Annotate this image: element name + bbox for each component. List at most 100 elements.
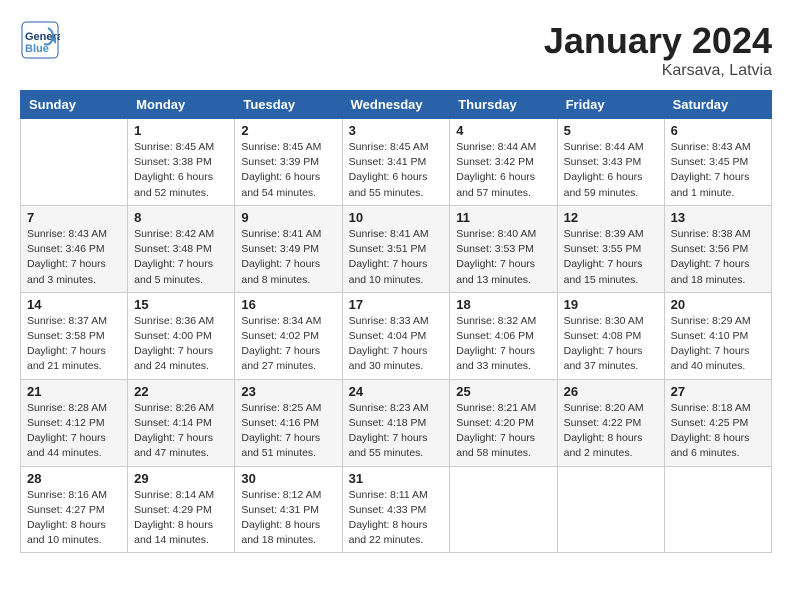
calendar-week-row: 1 Sunrise: 8:45 AM Sunset: 3:38 PM Daylig… (21, 119, 772, 206)
calendar-week-row: 7 Sunrise: 8:43 AM Sunset: 3:46 PM Daylig… (21, 205, 772, 292)
day-number: 14 (27, 297, 121, 312)
day-number: 25 (456, 384, 550, 399)
logo-icon: General Blue (20, 20, 60, 60)
calendar-cell: 5 Sunrise: 8:44 AM Sunset: 3:43 PM Daylig… (557, 119, 664, 206)
day-info: Sunrise: 8:40 AM Sunset: 3:53 PM Dayligh… (456, 227, 550, 288)
day-info: Sunrise: 8:28 AM Sunset: 4:12 PM Dayligh… (27, 401, 121, 462)
day-info: Sunrise: 8:11 AM Sunset: 4:33 PM Dayligh… (349, 488, 444, 549)
calendar-cell: 24Sunrise: 8:23 AM Sunset: 4:18 PM Dayli… (342, 379, 450, 466)
weekday-header: Friday (557, 91, 664, 119)
day-number: 24 (349, 384, 444, 399)
calendar-cell: 9 Sunrise: 8:41 AM Sunset: 3:49 PM Daylig… (235, 205, 342, 292)
day-info: Sunrise: 8:37 AM Sunset: 3:58 PM Dayligh… (27, 314, 121, 375)
day-info: Sunrise: 8:44 AM Sunset: 3:43 PM Dayligh… (564, 140, 658, 201)
calendar-week-row: 14 Sunrise: 8:37 AM Sunset: 3:58 PM Dayli… (21, 292, 772, 379)
day-info: Sunrise: 8:16 AM Sunset: 4:27 PM Dayligh… (27, 488, 121, 549)
day-number: 21 (27, 384, 121, 399)
day-number: 29 (134, 471, 228, 486)
day-number: 10 (349, 210, 444, 225)
calendar-week-row: 21 Sunrise: 8:28 AM Sunset: 4:12 PM Dayli… (21, 379, 772, 466)
day-number: 13 (671, 210, 765, 225)
calendar-cell: 14 Sunrise: 8:37 AM Sunset: 3:58 PM Dayli… (21, 292, 128, 379)
day-info: Sunrise: 8:26 AM Sunset: 4:14 PM Dayligh… (134, 401, 228, 462)
day-info: Sunrise: 8:38 AM Sunset: 3:56 PM Dayligh… (671, 227, 765, 288)
day-info: Sunrise: 8:44 AM Sunset: 3:42 PM Dayligh… (456, 140, 550, 201)
calendar-cell: 27Sunrise: 8:18 AM Sunset: 4:25 PM Dayli… (664, 379, 771, 466)
calendar-cell (664, 466, 771, 553)
weekday-header: Thursday (450, 91, 557, 119)
day-info: Sunrise: 8:32 AM Sunset: 4:06 PM Dayligh… (456, 314, 550, 375)
day-number: 17 (349, 297, 444, 312)
day-info: Sunrise: 8:34 AM Sunset: 4:02 PM Dayligh… (241, 314, 335, 375)
calendar-cell: 23Sunrise: 8:25 AM Sunset: 4:16 PM Dayli… (235, 379, 342, 466)
location: Karsava, Latvia (544, 62, 772, 80)
day-number: 1 (134, 123, 228, 138)
page-header: General Blue January 2024 Karsava, Latvi… (20, 20, 772, 80)
day-number: 15 (134, 297, 228, 312)
day-info: Sunrise: 8:45 AM Sunset: 3:41 PM Dayligh… (349, 140, 444, 201)
day-number: 23 (241, 384, 335, 399)
calendar-cell: 6 Sunrise: 8:43 AM Sunset: 3:45 PM Daylig… (664, 119, 771, 206)
day-number: 31 (349, 471, 444, 486)
day-number: 16 (241, 297, 335, 312)
day-info: Sunrise: 8:39 AM Sunset: 3:55 PM Dayligh… (564, 227, 658, 288)
calendar-cell: 15 Sunrise: 8:36 AM Sunset: 4:00 PM Dayli… (128, 292, 235, 379)
title-block: January 2024 Karsava, Latvia (544, 20, 772, 80)
calendar-cell: 11 Sunrise: 8:40 AM Sunset: 3:53 PM Dayli… (450, 205, 557, 292)
weekday-header: Wednesday (342, 91, 450, 119)
calendar-cell: 29 Sunrise: 8:14 AM Sunset: 4:29 PM Dayli… (128, 466, 235, 553)
day-number: 12 (564, 210, 658, 225)
logo: General Blue (20, 20, 64, 60)
calendar-cell: 10Sunrise: 8:41 AM Sunset: 3:51 PM Dayli… (342, 205, 450, 292)
day-info: Sunrise: 8:43 AM Sunset: 3:46 PM Dayligh… (27, 227, 121, 288)
month-title: January 2024 (544, 20, 772, 62)
day-number: 20 (671, 297, 765, 312)
day-number: 9 (241, 210, 335, 225)
day-number: 6 (671, 123, 765, 138)
calendar-cell (21, 119, 128, 206)
day-info: Sunrise: 8:41 AM Sunset: 3:49 PM Dayligh… (241, 227, 335, 288)
calendar-cell: 2 Sunrise: 8:45 AM Sunset: 3:39 PM Daylig… (235, 119, 342, 206)
day-info: Sunrise: 8:30 AM Sunset: 4:08 PM Dayligh… (564, 314, 658, 375)
day-info: Sunrise: 8:12 AM Sunset: 4:31 PM Dayligh… (241, 488, 335, 549)
day-number: 11 (456, 210, 550, 225)
day-info: Sunrise: 8:21 AM Sunset: 4:20 PM Dayligh… (456, 401, 550, 462)
calendar-cell: 4Sunrise: 8:44 AM Sunset: 3:42 PM Daylig… (450, 119, 557, 206)
day-number: 30 (241, 471, 335, 486)
day-number: 3 (349, 123, 444, 138)
calendar-cell (450, 466, 557, 553)
day-info: Sunrise: 8:42 AM Sunset: 3:48 PM Dayligh… (134, 227, 228, 288)
calendar-cell: 20Sunrise: 8:29 AM Sunset: 4:10 PM Dayli… (664, 292, 771, 379)
weekday-header: Tuesday (235, 91, 342, 119)
day-number: 2 (241, 123, 335, 138)
calendar-cell: 17Sunrise: 8:33 AM Sunset: 4:04 PM Dayli… (342, 292, 450, 379)
day-number: 7 (27, 210, 121, 225)
calendar-cell: 18Sunrise: 8:32 AM Sunset: 4:06 PM Dayli… (450, 292, 557, 379)
calendar-cell: 3 Sunrise: 8:45 AM Sunset: 3:41 PM Daylig… (342, 119, 450, 206)
calendar-cell: 1 Sunrise: 8:45 AM Sunset: 3:38 PM Daylig… (128, 119, 235, 206)
calendar-cell: 13 Sunrise: 8:38 AM Sunset: 3:56 PM Dayli… (664, 205, 771, 292)
calendar-cell: 31 Sunrise: 8:11 AM Sunset: 4:33 PM Dayli… (342, 466, 450, 553)
day-number: 5 (564, 123, 658, 138)
weekday-header-row: SundayMondayTuesdayWednesdayThursdayFrid… (21, 91, 772, 119)
calendar-cell: 8Sunrise: 8:42 AM Sunset: 3:48 PM Daylig… (128, 205, 235, 292)
day-number: 19 (564, 297, 658, 312)
day-info: Sunrise: 8:14 AM Sunset: 4:29 PM Dayligh… (134, 488, 228, 549)
calendar-cell: 21 Sunrise: 8:28 AM Sunset: 4:12 PM Dayli… (21, 379, 128, 466)
calendar-cell: 30 Sunrise: 8:12 AM Sunset: 4:31 PM Dayli… (235, 466, 342, 553)
calendar-cell: 28Sunrise: 8:16 AM Sunset: 4:27 PM Dayli… (21, 466, 128, 553)
day-info: Sunrise: 8:43 AM Sunset: 3:45 PM Dayligh… (671, 140, 765, 201)
day-info: Sunrise: 8:45 AM Sunset: 3:38 PM Dayligh… (134, 140, 228, 201)
weekday-header: Saturday (664, 91, 771, 119)
day-info: Sunrise: 8:45 AM Sunset: 3:39 PM Dayligh… (241, 140, 335, 201)
calendar-cell (557, 466, 664, 553)
weekday-header: Sunday (21, 91, 128, 119)
day-number: 22 (134, 384, 228, 399)
day-info: Sunrise: 8:36 AM Sunset: 4:00 PM Dayligh… (134, 314, 228, 375)
calendar-table: SundayMondayTuesdayWednesdayThursdayFrid… (20, 90, 772, 553)
calendar-cell: 19 Sunrise: 8:30 AM Sunset: 4:08 PM Dayli… (557, 292, 664, 379)
calendar-cell: 25 Sunrise: 8:21 AM Sunset: 4:20 PM Dayli… (450, 379, 557, 466)
day-number: 26 (564, 384, 658, 399)
calendar-week-row: 28Sunrise: 8:16 AM Sunset: 4:27 PM Dayli… (21, 466, 772, 553)
calendar-cell: 7 Sunrise: 8:43 AM Sunset: 3:46 PM Daylig… (21, 205, 128, 292)
